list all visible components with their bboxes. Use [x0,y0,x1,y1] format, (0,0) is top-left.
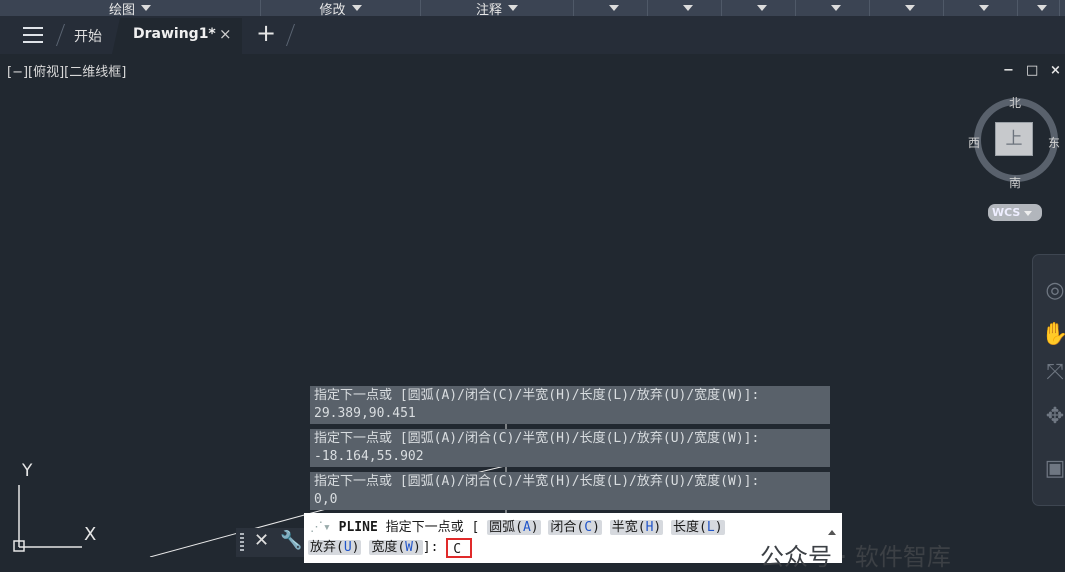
command-history-entry: 指定下一点或 [圆弧(A)/闭合(C)/半宽(H)/长度(L)/放弃(U)/宽度… [310,429,830,467]
chevron-down-icon [1024,210,1033,216]
compass-north[interactable]: 北 [1009,94,1021,111]
tab-start[interactable]: 开始 [74,26,102,46]
history-prompt: 指定下一点或 [圆弧(A)/闭合(C)/半宽(H)/长度(L)/放弃(U)/宽度… [314,474,760,489]
chevron-down-icon [351,5,362,11]
ribbon-panels: 绘图 修改 注释 [0,0,1065,18]
history-prompt: 指定下一点或 [圆弧(A)/闭合(C)/半宽(H)/长度(L)/放弃(U)/宽度… [314,388,760,403]
viewcube-top-face[interactable]: 上 [995,122,1033,156]
chevron-down-icon [756,5,767,11]
customize-wrench-icon[interactable]: 🔧 [280,530,302,551]
scroll-up-icon[interactable] [828,530,836,535]
steering-wheel-icon[interactable]: ◎ [1041,277,1065,305]
zoom-extents-icon[interactable]: ⤧ [1041,359,1065,387]
chevron-down-icon [978,5,989,11]
ribbon-panel-4[interactable] [648,0,722,16]
wcs-menu[interactable]: WCS [988,204,1042,221]
chevron-down-icon [141,5,151,11]
compass-east[interactable]: 东 [1048,134,1060,151]
ribbon-panel-0[interactable]: 绘图 [0,0,261,18]
ribbon-panel-3[interactable] [574,0,648,16]
option-halfwidth[interactable]: 半宽(H) [609,520,664,535]
command-prompt: 指定下一点或 [ [385,520,480,535]
history-value: -18.164,55.902 [314,449,424,464]
history-value: 0,0 [314,492,338,507]
close-icon[interactable]: × [219,25,232,43]
viewcube[interactable]: 上 北 南 东 西 [968,94,1060,194]
new-tab-button[interactable]: + [256,20,276,46]
command-line-tools: ✕ 🔧 [236,528,304,557]
recent-commands-icon[interactable]: ⋰▾ [310,520,331,535]
ribbon-panel-label: 绘图 [108,2,135,18]
ribbon-panel-7[interactable] [870,0,944,16]
ribbon-panel-1[interactable]: 修改 [261,0,421,18]
close-command-line-icon[interactable]: ✕ [254,530,269,551]
menu-icon[interactable] [23,27,43,43]
compass-south[interactable]: 南 [1009,174,1021,191]
minimize-viewport-icon[interactable]: − [1003,63,1014,78]
chevron-down-icon [904,5,915,11]
option-length[interactable]: 长度(L) [671,520,725,535]
command-history-entry: 指定下一点或 [圆弧(A)/闭合(C)/半宽(H)/长度(L)/放弃(U)/宽度… [310,386,830,424]
command-name: PLINE [338,520,378,535]
ribbon-panel-8[interactable] [944,0,1018,16]
orbit-icon[interactable]: ✥ [1041,403,1065,431]
drag-handle-icon[interactable] [240,533,244,551]
command-line-row-1: ⋰▾ PLINE 指定下一点或 [ 圆弧(A) 闭合(C) 半宽(H) 长度(L… [310,516,725,535]
command-line-row-2: 放弃(U) 宽度(W)]: C [308,536,473,558]
pan-hand-icon[interactable]: ✋ [1041,321,1065,349]
restore-viewport-icon[interactable]: □ [1026,63,1038,78]
chevron-down-icon [830,5,841,11]
option-width[interactable]: 宽度(W) [369,540,423,555]
viewport-controls-label[interactable]: [−][俯视][二维线框] [7,61,126,80]
ucs-y-label: Y [22,461,33,481]
history-prompt: 指定下一点或 [圆弧(A)/闭合(C)/半宽(H)/长度(L)/放弃(U)/宽度… [314,431,760,446]
option-arc[interactable]: 圆弧(A) [487,520,541,535]
showmotion-icon[interactable]: ▣ [1041,455,1065,483]
ribbon-panel-label: 修改 [319,2,346,18]
chevron-down-icon [608,5,619,11]
chevron-down-icon [508,5,518,11]
wcs-label: WCS [992,206,1021,219]
ucs-x-label: X [84,524,97,545]
ribbon-panel-label: 注释 [475,2,502,18]
navigation-bar: ◎ ✋ ⤧ ✥ ▣ [1032,254,1065,506]
ribbon-panel-9[interactable] [1018,0,1060,16]
ribbon-panel-2[interactable]: 注释 [421,0,574,18]
history-value: 29.389,90.451 [314,406,416,421]
ribbon-panel-5[interactable] [722,0,796,16]
chevron-down-icon [682,5,693,11]
option-close[interactable]: 闭合(C) [548,520,602,535]
command-input[interactable]: C [446,537,473,558]
compass-west[interactable]: 西 [968,134,980,151]
option-undo[interactable]: 放弃(U) [308,540,362,555]
close-viewport-icon[interactable]: × [1050,63,1061,78]
watermark: 公众号 · 软件智库 [760,543,951,571]
ucs-icon: Y X [0,455,110,557]
ribbon-panel-6[interactable] [796,0,870,16]
command-history-entry: 指定下一点或 [圆弧(A)/闭合(C)/半宽(H)/长度(L)/放弃(U)/宽度… [310,472,830,510]
tab-drawing1-label: Drawing1* [133,26,216,42]
tab-drawing1[interactable]: Drawing1* × [112,18,242,54]
command-suffix: ]: [422,540,439,555]
chevron-down-icon [1036,5,1047,11]
